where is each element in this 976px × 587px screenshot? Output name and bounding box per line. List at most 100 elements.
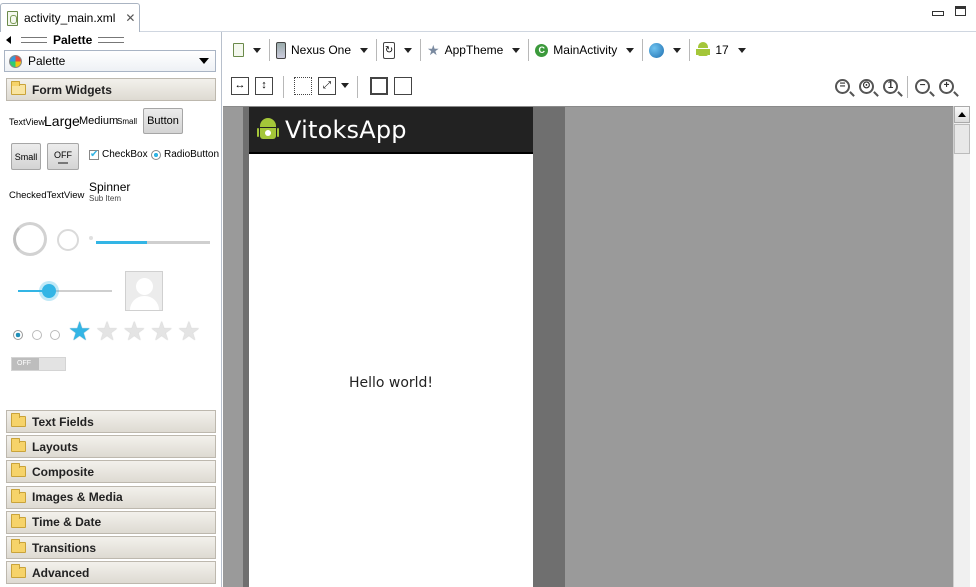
- widget-checkbox[interactable]: ✔ CheckBox: [89, 149, 148, 160]
- seekbar-fill: [18, 284, 57, 298]
- toggle-indicator: [58, 161, 68, 164]
- category-text-fields[interactable]: Text Fields: [6, 410, 216, 433]
- form-widgets-list: TextView Large Medium Small Button Small…: [6, 106, 219, 408]
- toolbar-separator: [528, 39, 530, 61]
- fill-width-icon[interactable]: ↔: [231, 77, 249, 95]
- widget-checked-text-view[interactable]: CheckedTextView: [9, 190, 84, 201]
- orientation-chooser[interactable]: ↻: [383, 41, 413, 59]
- fill-height-icon[interactable]: ↕: [255, 77, 273, 95]
- zoom-actual-icon[interactable]: ⊙: [859, 79, 874, 94]
- palette-select-value: Palette: [28, 54, 66, 68]
- scroll-up-button[interactable]: [954, 106, 970, 123]
- category-time-date[interactable]: Time & Date: [6, 510, 216, 534]
- star-empty-icon[interactable]: ★: [150, 318, 173, 344]
- folder-icon: [11, 413, 26, 427]
- chevron-down-icon[interactable]: [341, 83, 349, 88]
- star-icon: ★: [427, 41, 440, 58]
- rotate-screen-icon: ↻: [383, 41, 396, 59]
- collapse-left-icon[interactable]: [6, 36, 11, 44]
- hello-world-text[interactable]: Hello world!: [249, 375, 533, 391]
- scrollbar-thumb[interactable]: [954, 124, 970, 154]
- avatar-head-icon: [136, 278, 153, 295]
- locale-chooser[interactable]: [649, 42, 682, 58]
- eclipse-layout-editor: activity_main.xml ✕ Palette Palette Form…: [0, 0, 976, 587]
- palette-panel: Palette Palette Form Widgets TextView La…: [0, 32, 222, 587]
- expand-icon[interactable]: ⤢: [318, 77, 336, 95]
- radio-icon[interactable]: [32, 330, 42, 340]
- api-level-label: 17: [715, 43, 729, 57]
- tab-title: activity_main.xml: [24, 11, 116, 25]
- widget-large-text[interactable]: Large: [44, 113, 80, 129]
- seekbar-thumb[interactable]: [42, 284, 57, 298]
- layout-actions-toolbar: ↔ ↕ ⤢ = ⊙ 1 − +: [223, 72, 976, 102]
- widget-button[interactable]: Button: [143, 108, 183, 134]
- widget-progress-large[interactable]: [13, 222, 47, 256]
- palette-header: Palette: [0, 32, 221, 48]
- category-advanced[interactable]: Advanced: [6, 561, 216, 585]
- category-layouts[interactable]: Layouts: [6, 435, 216, 459]
- tab-activity-main[interactable]: activity_main.xml ✕: [0, 3, 140, 32]
- toolbar-separator: [269, 39, 270, 61]
- zoom-in-icon[interactable]: +: [939, 79, 954, 94]
- checkbox-label: CheckBox: [102, 149, 148, 160]
- xml-file-icon: [7, 10, 18, 26]
- widget-switch[interactable]: OFF: [11, 357, 66, 371]
- toolbar-separator: [283, 76, 284, 98]
- star-filled-icon[interactable]: ★: [68, 318, 91, 344]
- folder-icon: [11, 539, 26, 553]
- config-chooser[interactable]: [233, 43, 261, 57]
- drag-grip-icon[interactable]: [21, 37, 47, 43]
- xml-file-icon: [233, 43, 244, 57]
- widget-small-button[interactable]: Small: [11, 143, 41, 170]
- maximize-icon[interactable]: [955, 6, 966, 16]
- zoom-out-icon[interactable]: −: [915, 79, 930, 94]
- widget-rating-bar[interactable]: ★ ★ ★ ★ ★: [68, 318, 201, 344]
- widget-small-text[interactable]: Small: [117, 117, 137, 126]
- category-label: Text Fields: [32, 414, 94, 429]
- layout-below-icon[interactable]: [394, 77, 412, 95]
- avatar-body-icon: [130, 296, 159, 310]
- folder-icon: [11, 463, 26, 478]
- widget-radio-button[interactable]: RadioButton: [151, 149, 219, 160]
- category-form-widgets[interactable]: Form Widgets: [6, 78, 216, 101]
- design-canvas[interactable]: VitoksApp Hello world!: [223, 106, 953, 587]
- toggle-bounds-icon[interactable]: [294, 77, 312, 95]
- spinner-sub-label: Sub Item: [89, 194, 122, 203]
- api-level-chooser[interactable]: 17: [696, 42, 746, 58]
- layout-above-icon[interactable]: [370, 77, 388, 95]
- star-empty-icon[interactable]: ★: [177, 318, 200, 344]
- widget-seekbar[interactable]: [18, 284, 112, 298]
- star-empty-icon[interactable]: ★: [95, 318, 118, 344]
- widget-progress-small[interactable]: [89, 236, 93, 240]
- category-transitions[interactable]: Transitions: [6, 536, 216, 559]
- theme-chooser[interactable]: ★ AppTheme: [427, 41, 521, 59]
- category-composite[interactable]: Composite: [6, 460, 216, 484]
- widget-medium-text[interactable]: Medium: [79, 115, 118, 127]
- widget-progress-horizontal[interactable]: [96, 241, 210, 244]
- activity-chooser[interactable]: C MainActivity: [535, 43, 635, 57]
- widget-textview[interactable]: TextView: [9, 117, 45, 127]
- radio-icon[interactable]: [50, 330, 60, 340]
- zoom-fit-icon[interactable]: =: [835, 79, 850, 94]
- widget-progress-normal[interactable]: [57, 229, 79, 251]
- palette-mode-select[interactable]: Palette: [4, 50, 216, 72]
- toolbar-separator: [357, 76, 358, 98]
- drag-grip-icon[interactable]: [98, 37, 125, 43]
- canvas-vertical-scrollbar[interactable]: [953, 106, 970, 587]
- category-images-media[interactable]: Images & Media: [6, 485, 216, 509]
- globe-icon: [649, 42, 665, 58]
- close-tab-icon[interactable]: ✕: [125, 11, 135, 25]
- widget-image-view[interactable]: [125, 271, 163, 311]
- app-title: VitoksApp: [285, 115, 407, 144]
- device-label: Nexus One: [291, 43, 352, 57]
- minimize-icon[interactable]: [932, 6, 944, 16]
- widget-toggle-button[interactable]: OFF: [47, 143, 79, 170]
- phone-icon: [276, 41, 286, 59]
- device-screen-preview[interactable]: VitoksApp Hello world!: [249, 107, 533, 587]
- radio-icon[interactable]: [13, 330, 23, 340]
- category-label: Form Widgets: [32, 82, 112, 97]
- zoom-100-icon[interactable]: 1: [883, 79, 898, 94]
- star-empty-icon[interactable]: ★: [123, 318, 146, 344]
- device-chooser[interactable]: Nexus One: [276, 41, 369, 59]
- widget-spinner[interactable]: Spinner Sub Item: [89, 180, 130, 203]
